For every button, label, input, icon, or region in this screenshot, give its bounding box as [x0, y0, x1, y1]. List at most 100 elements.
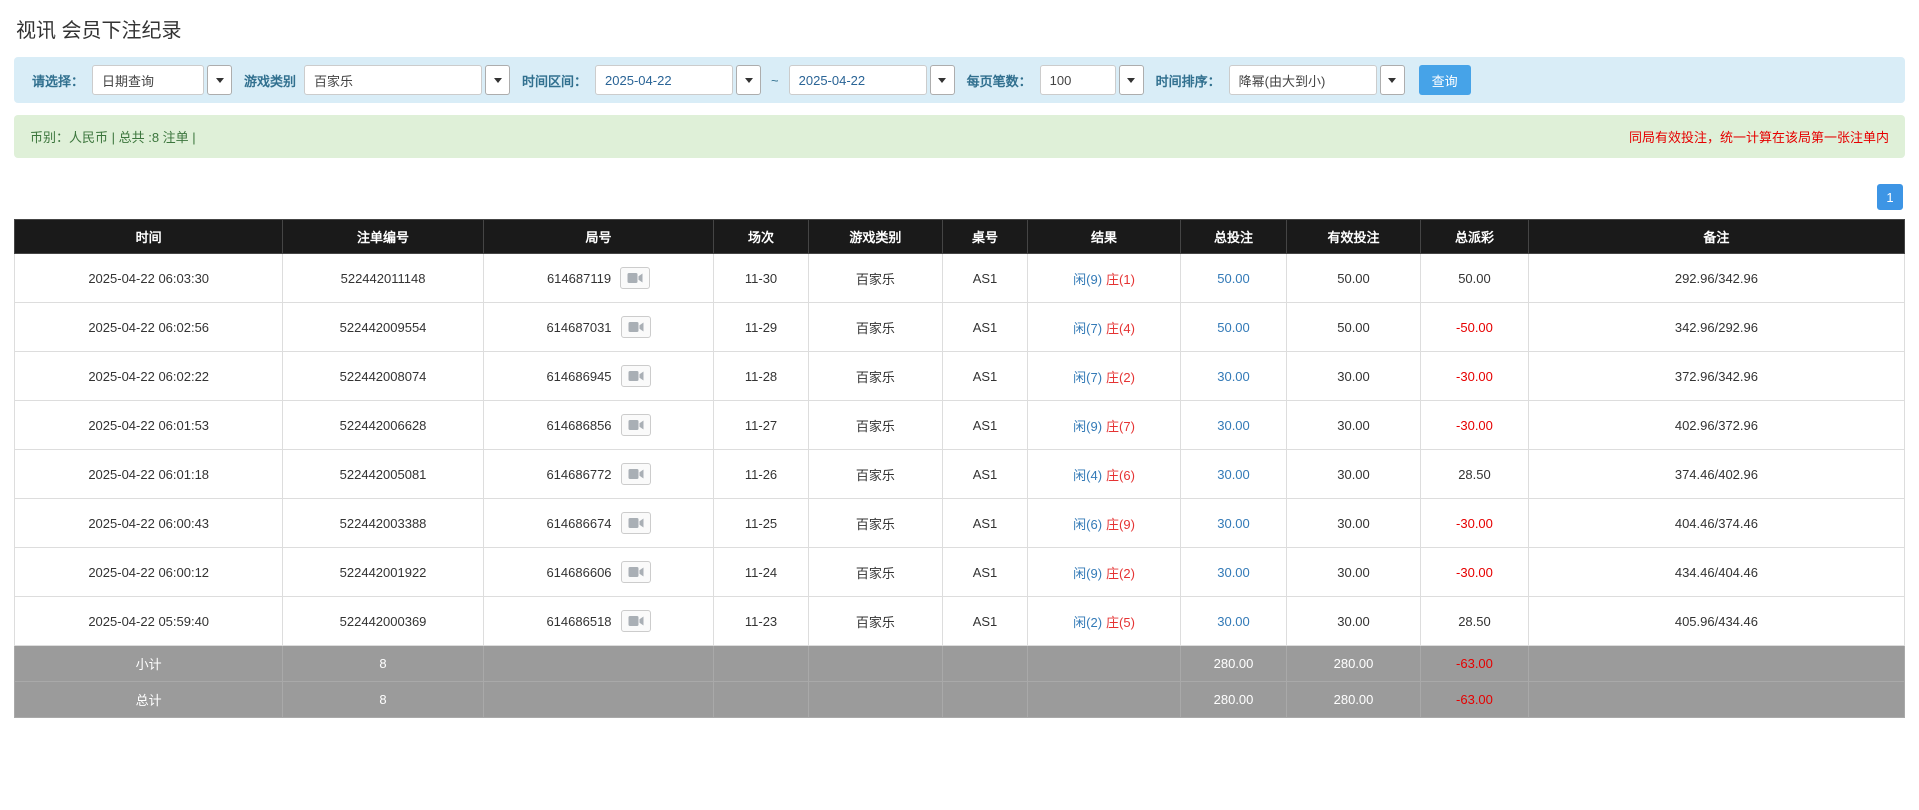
date-from-dropdown-button[interactable]: [736, 65, 761, 95]
result-player: 闲(9): [1073, 419, 1102, 434]
total-bet-link[interactable]: 50.00: [1217, 320, 1250, 335]
cell-time: 2025-04-22 05:59:40: [15, 597, 283, 646]
select-type-dropdown-button[interactable]: [207, 65, 232, 95]
caret-down-icon: [938, 78, 946, 83]
date-from-combo: 2025-04-22: [595, 65, 761, 95]
page-size-value[interactable]: 100: [1040, 65, 1116, 95]
table-row: 2025-04-22 06:00:43 522442003388 6146866…: [15, 499, 1905, 548]
video-replay-button[interactable]: [621, 561, 651, 583]
cell-time: 2025-04-22 06:00:12: [15, 548, 283, 597]
game-type-combo: 百家乐: [304, 65, 510, 95]
result-banker: 庄(4): [1106, 321, 1135, 336]
cell-bet-id: 522442006628: [283, 401, 483, 450]
cell-result: 闲(9)庄(7): [1028, 401, 1181, 450]
total-bet-link[interactable]: 30.00: [1217, 565, 1250, 580]
cell-round: 614686606: [483, 548, 714, 597]
video-replay-button[interactable]: [621, 463, 651, 485]
cell-valid-bet: 30.00: [1286, 597, 1420, 646]
cell-table-no: AS1: [942, 254, 1027, 303]
result-banker: 庄(2): [1106, 370, 1135, 385]
cell-round: 614686772: [483, 450, 714, 499]
caret-down-icon: [494, 78, 502, 83]
column-header: 场次: [714, 220, 809, 254]
cell-session: 11-26: [714, 450, 809, 499]
search-button[interactable]: 查询: [1419, 65, 1471, 95]
cell-game-type: 百家乐: [808, 352, 942, 401]
cell-valid-bet: 30.00: [1286, 548, 1420, 597]
total-valid-bet: 280.00: [1286, 682, 1420, 718]
cell-time: 2025-04-22 06:02:22: [15, 352, 283, 401]
page-size-dropdown-button[interactable]: [1119, 65, 1144, 95]
cell-session: 11-29: [714, 303, 809, 352]
cell-remark: 372.96/342.96: [1528, 352, 1904, 401]
game-type-value[interactable]: 百家乐: [304, 65, 482, 95]
cell-table-no: AS1: [942, 352, 1027, 401]
sort-order-combo: 降幂(由大到小): [1229, 65, 1405, 95]
cell-bet-id: 522442005081: [283, 450, 483, 499]
video-replay-button[interactable]: [621, 316, 651, 338]
game-type-dropdown-button[interactable]: [485, 65, 510, 95]
date-from-value[interactable]: 2025-04-22: [595, 65, 733, 95]
cell-bet-id: 522442011148: [283, 254, 483, 303]
sort-order-value[interactable]: 降幂(由大到小): [1229, 65, 1377, 95]
cell-valid-bet: 50.00: [1286, 254, 1420, 303]
column-header: 时间: [15, 220, 283, 254]
empty-cell: [483, 646, 714, 682]
summary-notice: 同局有效投注，统一计算在该局第一张注单内: [1629, 127, 1889, 146]
round-id: 614686856: [546, 418, 611, 433]
cell-result: 闲(7) 庄(2): [1028, 352, 1181, 401]
cell-round: 614686674: [483, 499, 714, 548]
time-range-label: 时间区间：: [522, 71, 587, 90]
date-to-value[interactable]: 2025-04-22: [789, 65, 927, 95]
page-number-button[interactable]: 1: [1877, 184, 1903, 210]
empty-cell: [808, 646, 942, 682]
column-header: 结果: [1028, 220, 1181, 254]
select-type-value[interactable]: 日期查询: [92, 65, 204, 95]
cell-table-no: AS1: [942, 401, 1027, 450]
cell-game-type: 百家乐: [808, 450, 942, 499]
column-header: 有效投注: [1286, 220, 1420, 254]
cell-total-bet: 30.00: [1181, 548, 1287, 597]
empty-cell: [714, 646, 809, 682]
total-bet-link[interactable]: 30.00: [1217, 418, 1250, 433]
cell-valid-bet: 50.00: [1286, 303, 1420, 352]
cell-table-no: AS1: [942, 450, 1027, 499]
result-banker: 庄(5): [1106, 615, 1135, 630]
caret-down-icon: [1127, 78, 1135, 83]
cell-session: 11-27: [714, 401, 809, 450]
date-to-combo: 2025-04-22: [789, 65, 955, 95]
total-bet-link[interactable]: 50.00: [1217, 271, 1250, 286]
round-id: 614686674: [546, 516, 611, 531]
total-bet-link[interactable]: 30.00: [1217, 614, 1250, 629]
empty-cell: [1028, 646, 1181, 682]
date-to-dropdown-button[interactable]: [930, 65, 955, 95]
cell-remark: 405.96/434.46: [1528, 597, 1904, 646]
cell-result: 闲(7)庄(4): [1028, 303, 1181, 352]
cell-game-type: 百家乐: [808, 548, 942, 597]
video-replay-button[interactable]: [621, 414, 651, 436]
cell-round: 614686945: [483, 352, 714, 401]
cell-bet-id: 522442008074: [283, 352, 483, 401]
cell-session: 11-23: [714, 597, 809, 646]
column-header: 局号: [483, 220, 714, 254]
cell-round: 614687031: [483, 303, 714, 352]
summary-bar: 币别：人民币 | 总共 :8 注单 | 同局有效投注，统一计算在该局第一张注单内: [14, 115, 1905, 158]
cell-total-bet: 30.00: [1181, 352, 1287, 401]
video-camera-icon: [628, 468, 644, 480]
video-replay-button[interactable]: [621, 512, 651, 534]
result-player: 闲(7): [1073, 370, 1102, 385]
empty-cell: [808, 682, 942, 718]
sort-order-dropdown-button[interactable]: [1380, 65, 1405, 95]
total-bet-link[interactable]: 30.00: [1217, 516, 1250, 531]
video-replay-button[interactable]: [620, 267, 650, 289]
video-replay-button[interactable]: [621, 365, 651, 387]
video-replay-button[interactable]: [621, 610, 651, 632]
total-bet-link[interactable]: 30.00: [1217, 467, 1250, 482]
total-bet-link[interactable]: 30.00: [1217, 369, 1250, 384]
column-header: 总派彩: [1421, 220, 1529, 254]
result-player: 闲(4): [1073, 468, 1102, 483]
video-camera-icon: [628, 615, 644, 627]
subtotal-valid-bet: 280.00: [1286, 646, 1420, 682]
cell-time: 2025-04-22 06:00:43: [15, 499, 283, 548]
cell-game-type: 百家乐: [808, 597, 942, 646]
